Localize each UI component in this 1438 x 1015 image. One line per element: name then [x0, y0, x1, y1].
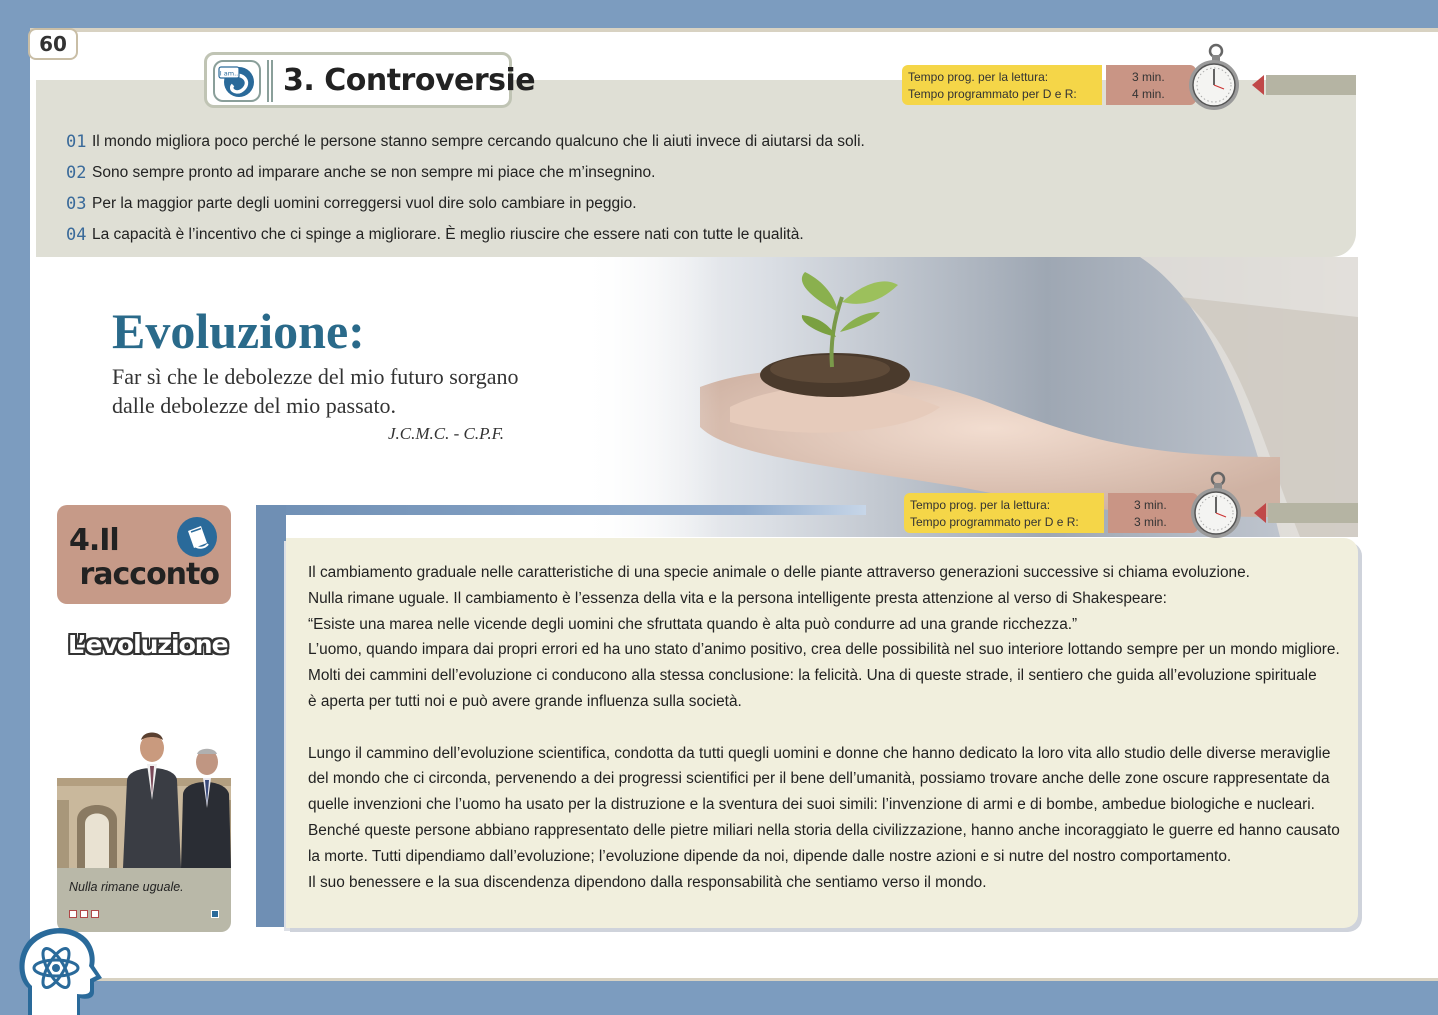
timer-labels: Tempo prog. per la lettura: Tempo progra… [904, 493, 1104, 533]
story-line: Il cambiamento graduale nelle caratteris… [308, 564, 1250, 581]
list-item: 04 La capacità è l’incentivo che ci sping… [66, 219, 865, 250]
svg-text:I am..: I am.. [220, 70, 238, 78]
list-item: 03 Per la maggior parte degli uomini corr… [66, 188, 865, 219]
item-number: 01 [66, 131, 87, 152]
story-line: è aperta per tutti noi e può avere grand… [308, 692, 742, 710]
top-rule [30, 28, 1438, 32]
list-item: 02 Sono sempre pronto ad imparare anche s… [66, 157, 865, 188]
businessmen-photo [57, 720, 231, 868]
item-text: Sono sempre pronto ad imparare anche se … [92, 163, 656, 181]
page-number: 60 [28, 28, 78, 60]
story-line: L’uomo, quando impara dai propri errori … [308, 641, 1340, 659]
controversie-header: I am.. 3. Controversie [204, 52, 536, 108]
story-line: Il suo benessere e la sua discendenza di… [308, 873, 987, 891]
quote-line: Far sì che le debolezze del mio futuro s… [112, 364, 519, 389]
controversie-list: 01 Il mondo migliora poco perché le perso… [66, 126, 865, 250]
evolution-title: Evoluzione: [112, 303, 365, 359]
timer-label-reading: Tempo prog. per la lettura: [910, 498, 1051, 512]
story-line: quelle invenzioni che l’uomo ha usato pe… [308, 796, 1315, 814]
i-am-icon: I am.. [213, 60, 261, 102]
story-line: Nulla rimane uguale. Il cambiamento è l’… [308, 589, 1167, 607]
item-number: 04 [66, 224, 87, 245]
timer-label-reading: Tempo prog. per la lettura: [908, 70, 1049, 84]
timer-bar [1266, 75, 1356, 95]
timer-labels: Tempo prog. per la lettura: Tempo progra… [902, 65, 1102, 105]
story-line: Benché queste persone abbiano rappresent… [308, 821, 1340, 839]
caption-marker [211, 910, 219, 918]
story-line: Lungo il cammino dell’evoluzione scienti… [308, 744, 1331, 762]
caption-dots [69, 910, 99, 918]
story-line: “Esiste una marea nelle vicende degli uo… [308, 615, 1078, 633]
left-blue-margin [0, 0, 30, 1015]
bottom-rule [30, 978, 1438, 981]
racconto-header: 4.Il racconto [57, 505, 231, 604]
timer-label-qa: Tempo programmato per D e R: [908, 87, 1077, 101]
story-subtitle: L’evoluzione [68, 630, 229, 659]
item-number: 03 [66, 193, 87, 214]
story-frame-top [256, 505, 866, 515]
stopwatch-icon [1180, 43, 1244, 116]
timer-arrow [1252, 75, 1264, 95]
story-line: del mondo che ci circonda, pervenendo a … [308, 770, 1330, 788]
story-frame-left [256, 505, 286, 927]
timer-bar [1268, 503, 1358, 523]
list-item: 01 Il mondo migliora poco perché le perso… [66, 126, 865, 157]
item-text: La capacità è l’incentivo che ci spinge … [92, 225, 804, 243]
item-text: Per la maggior parte degli uomini correg… [92, 194, 637, 212]
evolution-quote: Far sì che le debolezze del mio futuro s… [112, 362, 518, 420]
atom-head-icon [14, 918, 106, 1015]
item-text: Il mondo migliora poco perché le persone… [92, 132, 865, 150]
story-line: Molti dei cammini dell’evoluzione ci con… [308, 667, 1317, 685]
story-body: Il cambiamento graduale nelle caratteris… [308, 560, 1348, 895]
quote-line: dalle debolezze del mio passato. [112, 393, 397, 418]
book-icon [175, 515, 219, 564]
section-title: 3. Controversie [283, 63, 536, 98]
photo-caption: Nulla rimane uguale. [69, 880, 184, 894]
timer-arrow [1254, 503, 1266, 523]
dot [69, 910, 77, 918]
dot [80, 910, 88, 918]
racconto-title-line1: 4.Il [69, 523, 120, 558]
timer-label-qa: Tempo programmato per D e R: [910, 515, 1079, 529]
quote-author: J.C.M.C. - C.P.F. [388, 424, 505, 443]
story-line: la morte. Tutti dipendiamo dall’evoluzio… [308, 847, 1232, 865]
stopwatch-icon [1182, 471, 1246, 544]
item-number: 02 [66, 162, 87, 183]
dot [91, 910, 99, 918]
header-divider [267, 60, 273, 102]
